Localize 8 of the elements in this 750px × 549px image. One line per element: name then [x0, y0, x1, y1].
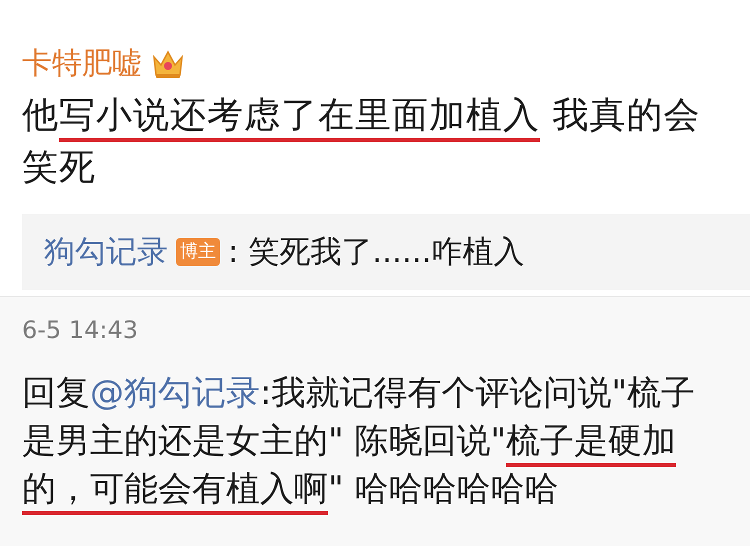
username[interactable]: 卡特肥嘘 — [22, 44, 142, 84]
mention-link[interactable]: @狗勾记录 — [90, 373, 260, 413]
blogger-badge: 博主 — [176, 238, 220, 266]
reply-text: 回复@狗勾记录:我就记得有个评论问说"梳子是男主的还是女主的" 陈晓回说"梳子是硬加的，可能会有植入啊" 哈哈哈哈哈哈 — [22, 369, 712, 513]
comment-text: 他写小说还考虑了在里面加植入 我真的会笑死 — [22, 94, 702, 190]
reply-author[interactable]: 狗勾记录 — [44, 228, 168, 276]
reply-time: 6-5 14:43 — [22, 315, 139, 346]
reply-preview-text: : 笑死我了......咋植入 — [228, 232, 524, 272]
